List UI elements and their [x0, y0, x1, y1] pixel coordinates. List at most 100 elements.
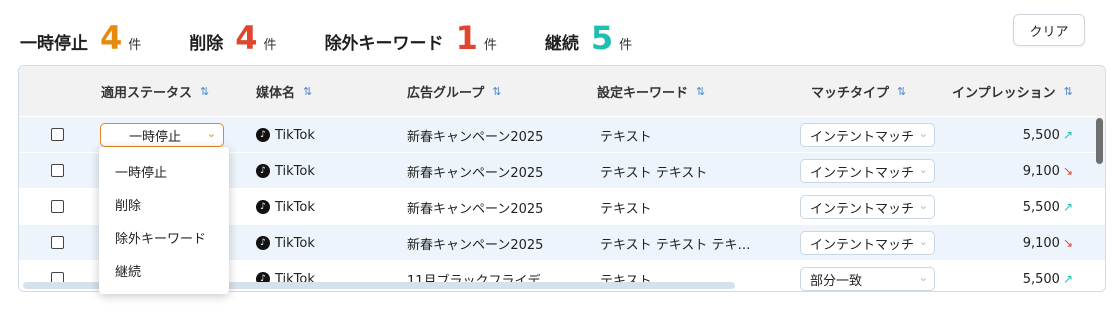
tiktok-icon: ♪ — [256, 236, 270, 250]
chevron-down-icon: ⌄ — [918, 199, 928, 212]
media-name: TikTok — [275, 199, 315, 215]
row-checkbox[interactable] — [51, 164, 64, 177]
status-select[interactable]: 一時停止 ⌄ — [100, 123, 224, 147]
column-header-impressions[interactable]: インプレッション ⇅ — [952, 66, 1073, 116]
status-summary: 一時停止 4 件 削除 4 件 除外キーワード 1 件 継続 5 件 — [20, 10, 680, 54]
summary-unit: 件 — [263, 38, 277, 53]
column-header-keyword[interactable]: 設定キーワード ⇅ — [597, 66, 705, 116]
trend-up-icon: ↗ — [1062, 200, 1073, 214]
row-checkbox[interactable] — [51, 236, 64, 249]
tiktok-icon: ♪ — [256, 128, 270, 142]
dropdown-option-exclude-keyword[interactable]: 除外キーワード — [99, 221, 229, 254]
tiktok-icon: ♪ — [256, 200, 270, 214]
sort-icon[interactable]: ⇅ — [1064, 85, 1073, 98]
summary-count: 4 — [235, 19, 258, 57]
impressions-value: 9,100 — [1022, 235, 1060, 251]
match-type-value: インテントマッチ — [810, 165, 915, 181]
summary-label: 一時停止 — [20, 34, 88, 54]
summary-exclude-keyword: 除外キーワード 1 件 — [325, 22, 497, 54]
trend-down-icon: ↘ — [1062, 236, 1073, 250]
chevron-down-icon: ⌄ — [206, 127, 216, 140]
chevron-down-icon: ⌄ — [918, 235, 928, 248]
sort-icon[interactable]: ⇅ — [303, 85, 312, 98]
column-header-match-type[interactable]: マッチタイプ ⇅ — [811, 66, 906, 116]
chevron-down-icon: ⌄ — [918, 163, 928, 176]
trend-up-icon: ↗ — [1062, 128, 1073, 142]
summary-unit: 件 — [128, 38, 142, 53]
impressions-value: 5,500 — [1022, 199, 1060, 215]
summary-label: 削除 — [189, 34, 224, 54]
match-type-value: インテントマッチ — [810, 237, 915, 253]
summary-count: 5 — [590, 19, 614, 57]
ad-group-cell: 新春キャンペーン2025 — [407, 165, 544, 181]
column-label: 広告グループ — [407, 85, 485, 101]
status-dropdown-menu: 一時停止 削除 除外キーワード 継続 — [99, 147, 229, 294]
clear-button[interactable]: クリア — [1013, 14, 1085, 46]
column-header-ad-group[interactable]: 広告グループ ⇅ — [407, 66, 502, 116]
match-type-value: 部分一致 — [810, 273, 863, 289]
match-type-select[interactable]: インテントマッチ ⌄ — [800, 123, 935, 147]
sort-icon[interactable]: ⇅ — [200, 85, 209, 98]
media-cell: ♪ TikTok — [256, 153, 315, 189]
ad-group-cell: 新春キャンペーン2025 — [407, 237, 544, 253]
summary-pause: 一時停止 4 件 — [20, 22, 141, 54]
keyword-cell: テキスト — [600, 201, 652, 217]
media-name: TikTok — [275, 127, 315, 143]
summary-continue: 継続 5 件 — [545, 22, 632, 54]
impressions-cell: 9,100 ↘ — [979, 153, 1073, 189]
chevron-down-icon: ⌄ — [918, 127, 928, 140]
match-type-value: インテントマッチ — [810, 129, 915, 145]
match-type-select[interactable]: インテントマッチ ⌄ — [800, 159, 935, 183]
trend-down-icon: ↘ — [1062, 164, 1073, 178]
column-label: 媒体名 — [256, 85, 296, 101]
column-label: 適用ステータス — [101, 85, 193, 101]
summary-count: 1 — [455, 19, 478, 57]
sort-icon[interactable]: ⇅ — [696, 85, 705, 98]
column-label: インプレッション — [952, 85, 1056, 101]
summary-count: 4 — [100, 19, 123, 57]
impressions-value: 9,100 — [1022, 163, 1060, 179]
summary-delete: 削除 4 件 — [189, 22, 276, 54]
column-header-status[interactable]: 適用ステータス ⇅ — [101, 66, 209, 116]
media-name: TikTok — [275, 235, 315, 251]
summary-label: 継続 — [544, 34, 579, 54]
summary-unit: 件 — [619, 38, 633, 53]
vertical-scrollbar[interactable] — [1096, 118, 1103, 164]
media-cell: ♪ TikTok — [256, 117, 315, 153]
summary-unit: 件 — [483, 38, 497, 53]
trend-up-icon: ↗ — [1062, 272, 1073, 286]
match-type-select[interactable]: 部分一致 ⌄ — [800, 267, 935, 291]
sort-icon[interactable]: ⇅ — [897, 85, 906, 98]
media-cell: ♪ TikTok — [256, 189, 315, 225]
column-label: 設定キーワード — [597, 85, 689, 101]
summary-label: 除外キーワード — [324, 34, 444, 54]
dropdown-option-pause[interactable]: 一時停止 — [99, 155, 229, 188]
keyword-cell: テキスト テキスト — [600, 165, 708, 181]
dropdown-option-delete[interactable]: 削除 — [99, 188, 229, 221]
impressions-cell: 5,500 ↗ — [979, 117, 1073, 153]
row-checkbox[interactable] — [51, 128, 64, 141]
status-select-value: 一時停止 — [128, 129, 181, 145]
keyword-cell: テキスト テキスト テキ… — [600, 237, 751, 253]
row-checkbox[interactable] — [51, 200, 64, 213]
impressions-cell: 5,500 ↗ — [979, 189, 1073, 225]
tiktok-icon: ♪ — [256, 164, 270, 178]
chevron-down-icon: ⌄ — [918, 271, 928, 284]
ad-group-cell: 新春キャンペーン2025 — [407, 129, 544, 145]
table-header: 適用ステータス ⇅ 媒体名 ⇅ 広告グループ ⇅ 設定キーワード ⇅ マッチタイプ ⇅ イ… — [19, 66, 1105, 116]
dropdown-option-continue[interactable]: 継続 — [99, 254, 229, 287]
sort-icon[interactable]: ⇅ — [492, 85, 501, 98]
ad-group-cell: 新春キャンペーン2025 — [407, 201, 544, 217]
column-label: マッチタイプ — [811, 85, 890, 101]
impressions-value: 5,500 — [1022, 127, 1060, 143]
match-type-value: インテントマッチ — [810, 201, 915, 217]
impressions-cell: 5,500 ↗ — [979, 261, 1073, 291]
media-cell: ♪ TikTok — [256, 225, 315, 261]
match-type-select[interactable]: インテントマッチ ⌄ — [800, 231, 935, 255]
impressions-cell: 9,100 ↘ — [979, 225, 1073, 261]
impressions-value: 5,500 — [1022, 271, 1060, 287]
match-type-select[interactable]: インテントマッチ ⌄ — [800, 195, 935, 219]
column-header-media[interactable]: 媒体名 ⇅ — [256, 66, 312, 116]
media-name: TikTok — [275, 163, 315, 179]
keyword-cell: テキスト — [600, 129, 652, 145]
